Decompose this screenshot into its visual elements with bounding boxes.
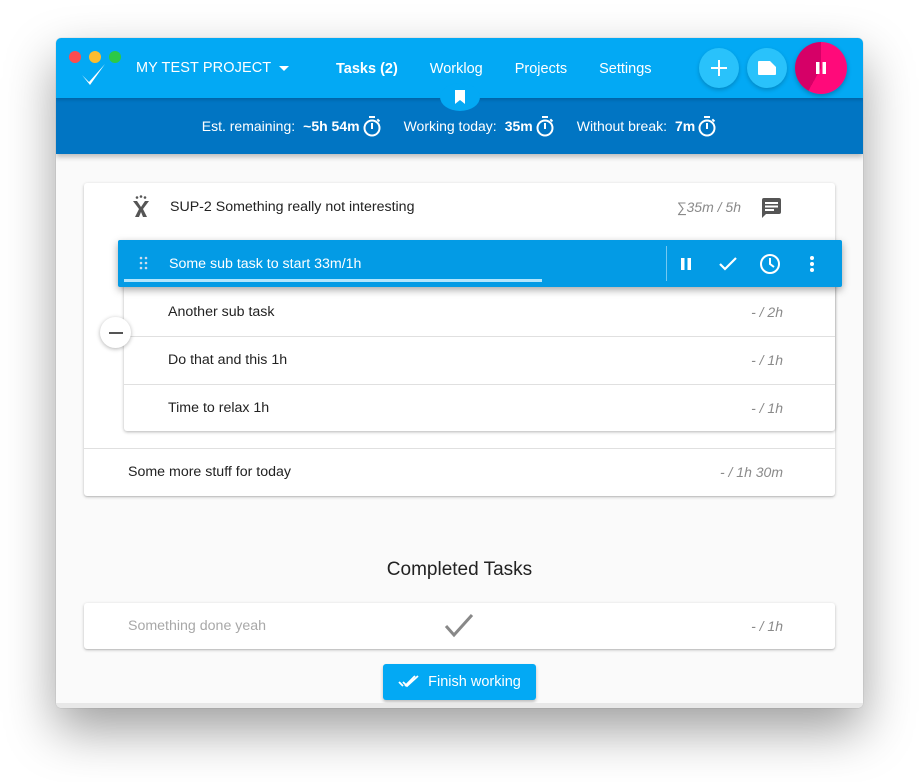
task-title: Some more stuff for today [128,464,291,480]
add-task-button[interactable] [699,48,739,88]
main-nav: Tasks (2) Worklog Projects Settings [336,61,684,77]
timer-icon [363,116,381,137]
working-today-label: Working today: [403,118,497,134]
working-today-value: 35m [504,118,533,134]
more-options-button[interactable] [800,252,824,276]
window-maximize-button[interactable] [109,51,121,63]
project-switcher[interactable]: MY TEST PROJECT [136,60,290,76]
add-note-button[interactable] [747,48,787,88]
clock-icon [760,254,780,274]
jira-icon [133,195,149,217]
collapse-subtasks-button[interactable] [100,317,131,348]
nav-settings[interactable]: Settings [599,61,651,77]
minus-icon [108,331,123,334]
subtask-row[interactable]: Time to relax 1h - / 1h [124,384,835,432]
task-list-card: SUP-2 Something really not interesting ∑… [84,183,835,496]
task-title: Time to relax 1h [168,400,270,416]
task-estimate: - / 2h [751,304,783,320]
working-today-stat: Working today: 35m [404,115,555,137]
without-break-value: 7m [675,118,696,134]
finish-working-label: Finish working [428,674,521,690]
check-icon [719,257,737,271]
subtask-row[interactable]: Another sub task - / 2h [124,288,835,337]
nav-tasks[interactable]: Tasks (2) [336,61,398,77]
double-check-icon [398,675,419,688]
task-estimate: - / 1h [751,618,783,634]
active-subtask-row[interactable]: Some sub task to start 33m/1h [118,240,842,287]
pause-task-button[interactable] [674,252,698,276]
subtask-row[interactable]: Do that and this 1h - / 1h [124,336,835,385]
est-remaining-label: Est. remaining: [201,118,296,134]
caret-down-icon [279,66,290,71]
pause-tracking-button[interactable] [795,42,847,94]
task-row[interactable]: Some more stuff for today - / 1h 30m [84,449,835,496]
task-title: SUP-2 Something really not interesting [170,199,415,215]
nav-worklog[interactable]: Worklog [430,61,483,77]
task-estimate: - / 1h [751,400,783,416]
without-break-label: Without break: [576,118,667,134]
finish-working-button[interactable]: Finish working [383,664,536,700]
nav-projects[interactable]: Projects [515,61,567,77]
plus-icon [711,60,727,76]
pause-icon [816,62,826,74]
divider [666,246,667,281]
completed-task-row[interactable]: Something done yeah - / 1h [84,603,835,649]
task-title: Do that and this 1h [168,352,288,368]
bookmarks-toggle-button[interactable] [440,83,480,111]
bookmark-icon [455,90,465,104]
timer-icon [698,116,716,137]
task-title: Something done yeah [128,618,267,634]
bottom-edge [56,703,863,708]
pause-icon [681,258,691,270]
timer-icon [536,116,554,137]
notes-icon[interactable] [760,197,782,219]
est-remaining-value: ~5h 54m [303,118,360,134]
drag-handle-icon[interactable] [138,256,150,270]
task-title: Another sub task [168,304,275,320]
completed-tasks-heading: Completed Tasks [386,559,533,580]
check-icon [444,613,474,638]
task-estimate: ∑35m / 5h [676,199,741,215]
project-name: MY TEST PROJECT [136,60,272,76]
task-row-parent[interactable]: SUP-2 Something really not interesting ∑… [84,183,835,231]
est-remaining-stat: Est. remaining: ~5h 54m [202,115,382,137]
checkmark-logo-icon [82,64,105,85]
mark-done-button[interactable] [716,252,740,276]
task-estimate: - / 1h 30m [719,464,783,480]
time-progress-bar [124,279,542,282]
task-estimate: - / 1h [751,352,783,368]
more-vert-icon [810,256,814,272]
note-icon [758,61,776,75]
time-estimate-button[interactable] [758,252,782,276]
without-break-stat: Without break: 7m [577,115,718,137]
app-window: MY TEST PROJECT Tasks (2) Worklog Projec… [56,38,863,708]
task-title: Some sub task to start 33m/1h [169,256,362,272]
main-content: SUP-2 Something really not interesting ∑… [56,154,863,708]
